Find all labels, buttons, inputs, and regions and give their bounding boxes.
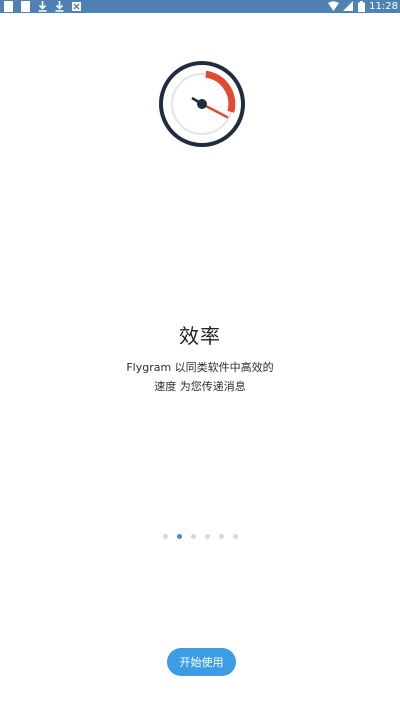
status-time: 11:28 — [369, 1, 398, 12]
start-button[interactable]: 开始使用 — [167, 648, 236, 676]
notification-icon — [21, 1, 30, 12]
download-icon — [38, 1, 47, 12]
download-icon — [55, 1, 64, 12]
description-line-1: Flygram 以同类软件中高效的 — [126, 361, 274, 374]
page-indicator — [0, 534, 400, 539]
onboarding-description: Flygram 以同类软件中高效的 速度 为您传递消息 — [110, 358, 290, 396]
battery-icon — [358, 1, 366, 12]
status-bar-system: 11:28 — [328, 0, 398, 13]
speedometer-icon — [159, 61, 245, 147]
status-bar: 11:28 — [0, 0, 400, 13]
onboarding-title: 效率 — [179, 324, 221, 348]
page-dot-active[interactable] — [176, 534, 182, 539]
status-bar-notifications — [3, 1, 82, 12]
page-dot[interactable] — [162, 534, 168, 539]
page-dot[interactable] — [204, 534, 210, 539]
page-dot[interactable] — [190, 534, 196, 539]
page-dot[interactable] — [232, 534, 238, 539]
page-dot[interactable] — [218, 534, 224, 539]
wifi-icon — [328, 1, 340, 11]
notification-icon — [4, 1, 13, 12]
app-icon — [72, 2, 81, 11]
description-line-2: 速度 为您传递消息 — [154, 380, 246, 393]
signal-icon — [343, 1, 354, 11]
